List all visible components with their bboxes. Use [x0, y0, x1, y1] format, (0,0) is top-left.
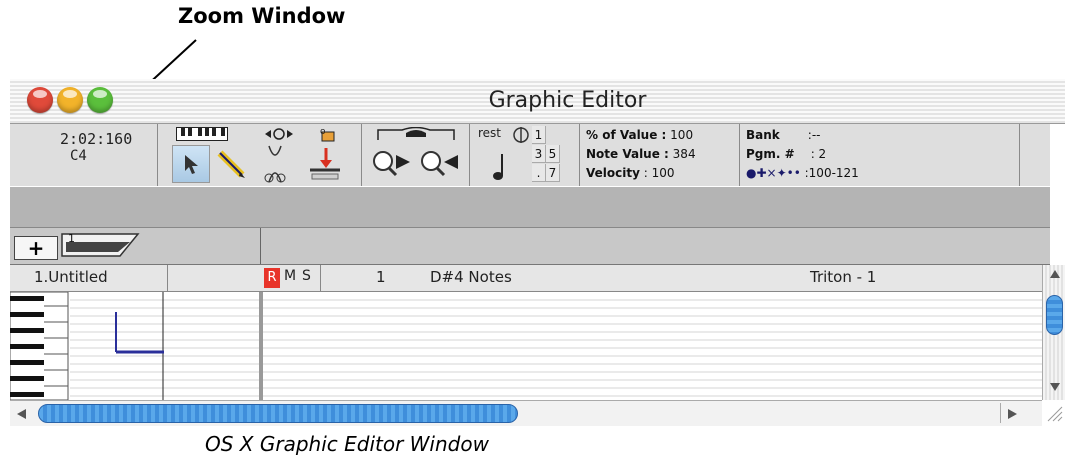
bank-value: :-- — [807, 128, 821, 142]
time-readout: 2:02:160 — [60, 130, 133, 148]
duration-1[interactable]: 1 — [532, 126, 546, 144]
zoom-in-button[interactable] — [370, 148, 414, 182]
add-track-button[interactable]: + — [14, 236, 58, 260]
note-value-row[interactable]: Note Value : 384 — [586, 146, 696, 163]
track-tab-label: 1 — [68, 232, 75, 245]
graphic-editor-window: Graphic Editor 2:02:160 C4 o rest 1 3 5 … — [10, 79, 1065, 431]
track-name[interactable]: 1.Untitled — [34, 268, 108, 286]
duration-5[interactable]: 5 — [546, 145, 560, 163]
insert-tool-button[interactable] — [306, 146, 346, 186]
resize-grip-icon[interactable] — [1044, 401, 1064, 425]
title-bar[interactable]: Graphic Editor — [10, 79, 1065, 124]
note-value-label: Note Value : — [586, 147, 669, 161]
ruler-row: + 1 — [10, 228, 1050, 265]
note-event[interactable] — [110, 310, 170, 360]
quarter-note-icon[interactable] — [490, 152, 508, 182]
zoom-range-icon[interactable] — [376, 127, 456, 141]
pencil-tool-button[interactable] — [212, 145, 250, 183]
notes-info: D#4 Notes — [430, 268, 512, 286]
velocity-row[interactable]: Velocity : 100 — [586, 165, 675, 182]
pencil-tool-icon — [217, 150, 245, 178]
insert-tool-icon — [310, 148, 340, 180]
vertical-scroll-thumb[interactable] — [1046, 295, 1063, 335]
record-button[interactable]: R — [264, 268, 280, 288]
scroll-up-icon[interactable] — [1049, 269, 1061, 279]
position-display: 2:02:160 C4 — [10, 124, 158, 186]
pitch-readout: C4 — [70, 148, 87, 164]
piano-keys-icon[interactable] — [176, 127, 228, 141]
bank-program-panel: Bank :-- Pgm. # : 2 ●✚×✦•• :100-121 — [740, 124, 1020, 186]
triplet-icon[interactable] — [512, 126, 530, 144]
scissors-tool-button[interactable] — [260, 144, 290, 188]
figure-caption: OS X Graphic Editor Window — [205, 432, 489, 456]
svg-text:o: o — [320, 127, 326, 137]
velocity-label: Velocity — [586, 166, 640, 180]
editor-toolbar: 2:02:160 C4 o rest 1 3 5 . 7 % of Value … — [10, 124, 1050, 186]
scroll-right-icon[interactable] — [1006, 408, 1018, 420]
arrow-tool-button[interactable] — [172, 145, 210, 183]
window-title: Graphic Editor — [488, 88, 647, 113]
transport-icon[interactable] — [263, 127, 295, 141]
scissors-tool-icon — [264, 145, 286, 183]
track-divider — [167, 265, 168, 291]
step-input-icon[interactable]: o — [318, 126, 340, 142]
velocity-value: : 100 — [643, 166, 675, 180]
scroll-down-icon[interactable] — [1049, 382, 1061, 392]
percent-value: 100 — [670, 128, 694, 142]
bank-row[interactable]: Bank :-- — [746, 127, 820, 144]
device-name[interactable]: Triton - 1 — [810, 268, 876, 286]
duration-3[interactable]: 3 — [532, 145, 546, 163]
note-value-selector: rest 1 3 5 . 7 — [470, 124, 580, 186]
horizontal-scrollbar[interactable] — [10, 400, 1042, 426]
program-label: Pgm. # — [746, 147, 795, 161]
rest-label[interactable]: rest — [478, 126, 501, 140]
scroll-left-icon[interactable] — [16, 408, 28, 420]
program-row[interactable]: Pgm. # : 2 — [746, 146, 826, 163]
vertical-scrollbar[interactable] — [1042, 265, 1065, 400]
program-value: : 2 — [810, 147, 827, 161]
range-symbols: ●✚×✦•• — [746, 166, 801, 180]
bank-label: Bank — [746, 128, 780, 142]
note-parameters: % of Value : 100 Note Value : 384 Veloci… — [580, 124, 740, 186]
note-value-value: 384 — [672, 147, 696, 161]
channel-number[interactable]: 1 — [376, 268, 386, 286]
solo-button[interactable]: S — [302, 268, 311, 284]
zoom-controls — [362, 124, 470, 186]
zoom-out-button[interactable] — [418, 148, 462, 182]
zoom-out-icon — [421, 151, 458, 177]
zoom-window-label: Zoom Window — [178, 4, 346, 28]
percent-label: % of Value : — [586, 128, 667, 142]
duration-7[interactable]: 7 — [546, 164, 560, 182]
zoom-in-icon — [373, 151, 410, 177]
tool-palette: o — [158, 124, 362, 186]
duration-dot[interactable]: . — [532, 164, 546, 182]
horizontal-scroll-thumb[interactable] — [38, 404, 518, 423]
track-divider-2 — [320, 265, 321, 291]
track-header: 1.Untitled R M S 1 D#4 Notes Triton - 1 — [10, 265, 1042, 292]
marker-band — [10, 187, 1050, 228]
piano-roll[interactable] — [10, 292, 1042, 400]
percent-row[interactable]: % of Value : 100 — [586, 127, 693, 144]
ruler-divider — [260, 228, 261, 264]
mute-button[interactable]: M — [284, 268, 296, 284]
range-row[interactable]: ●✚×✦•• :100-121 — [746, 165, 859, 182]
range-value: :100-121 — [804, 166, 859, 180]
arrow-tool-icon — [185, 155, 198, 174]
scroll-right-area[interactable] — [1000, 403, 1021, 423]
